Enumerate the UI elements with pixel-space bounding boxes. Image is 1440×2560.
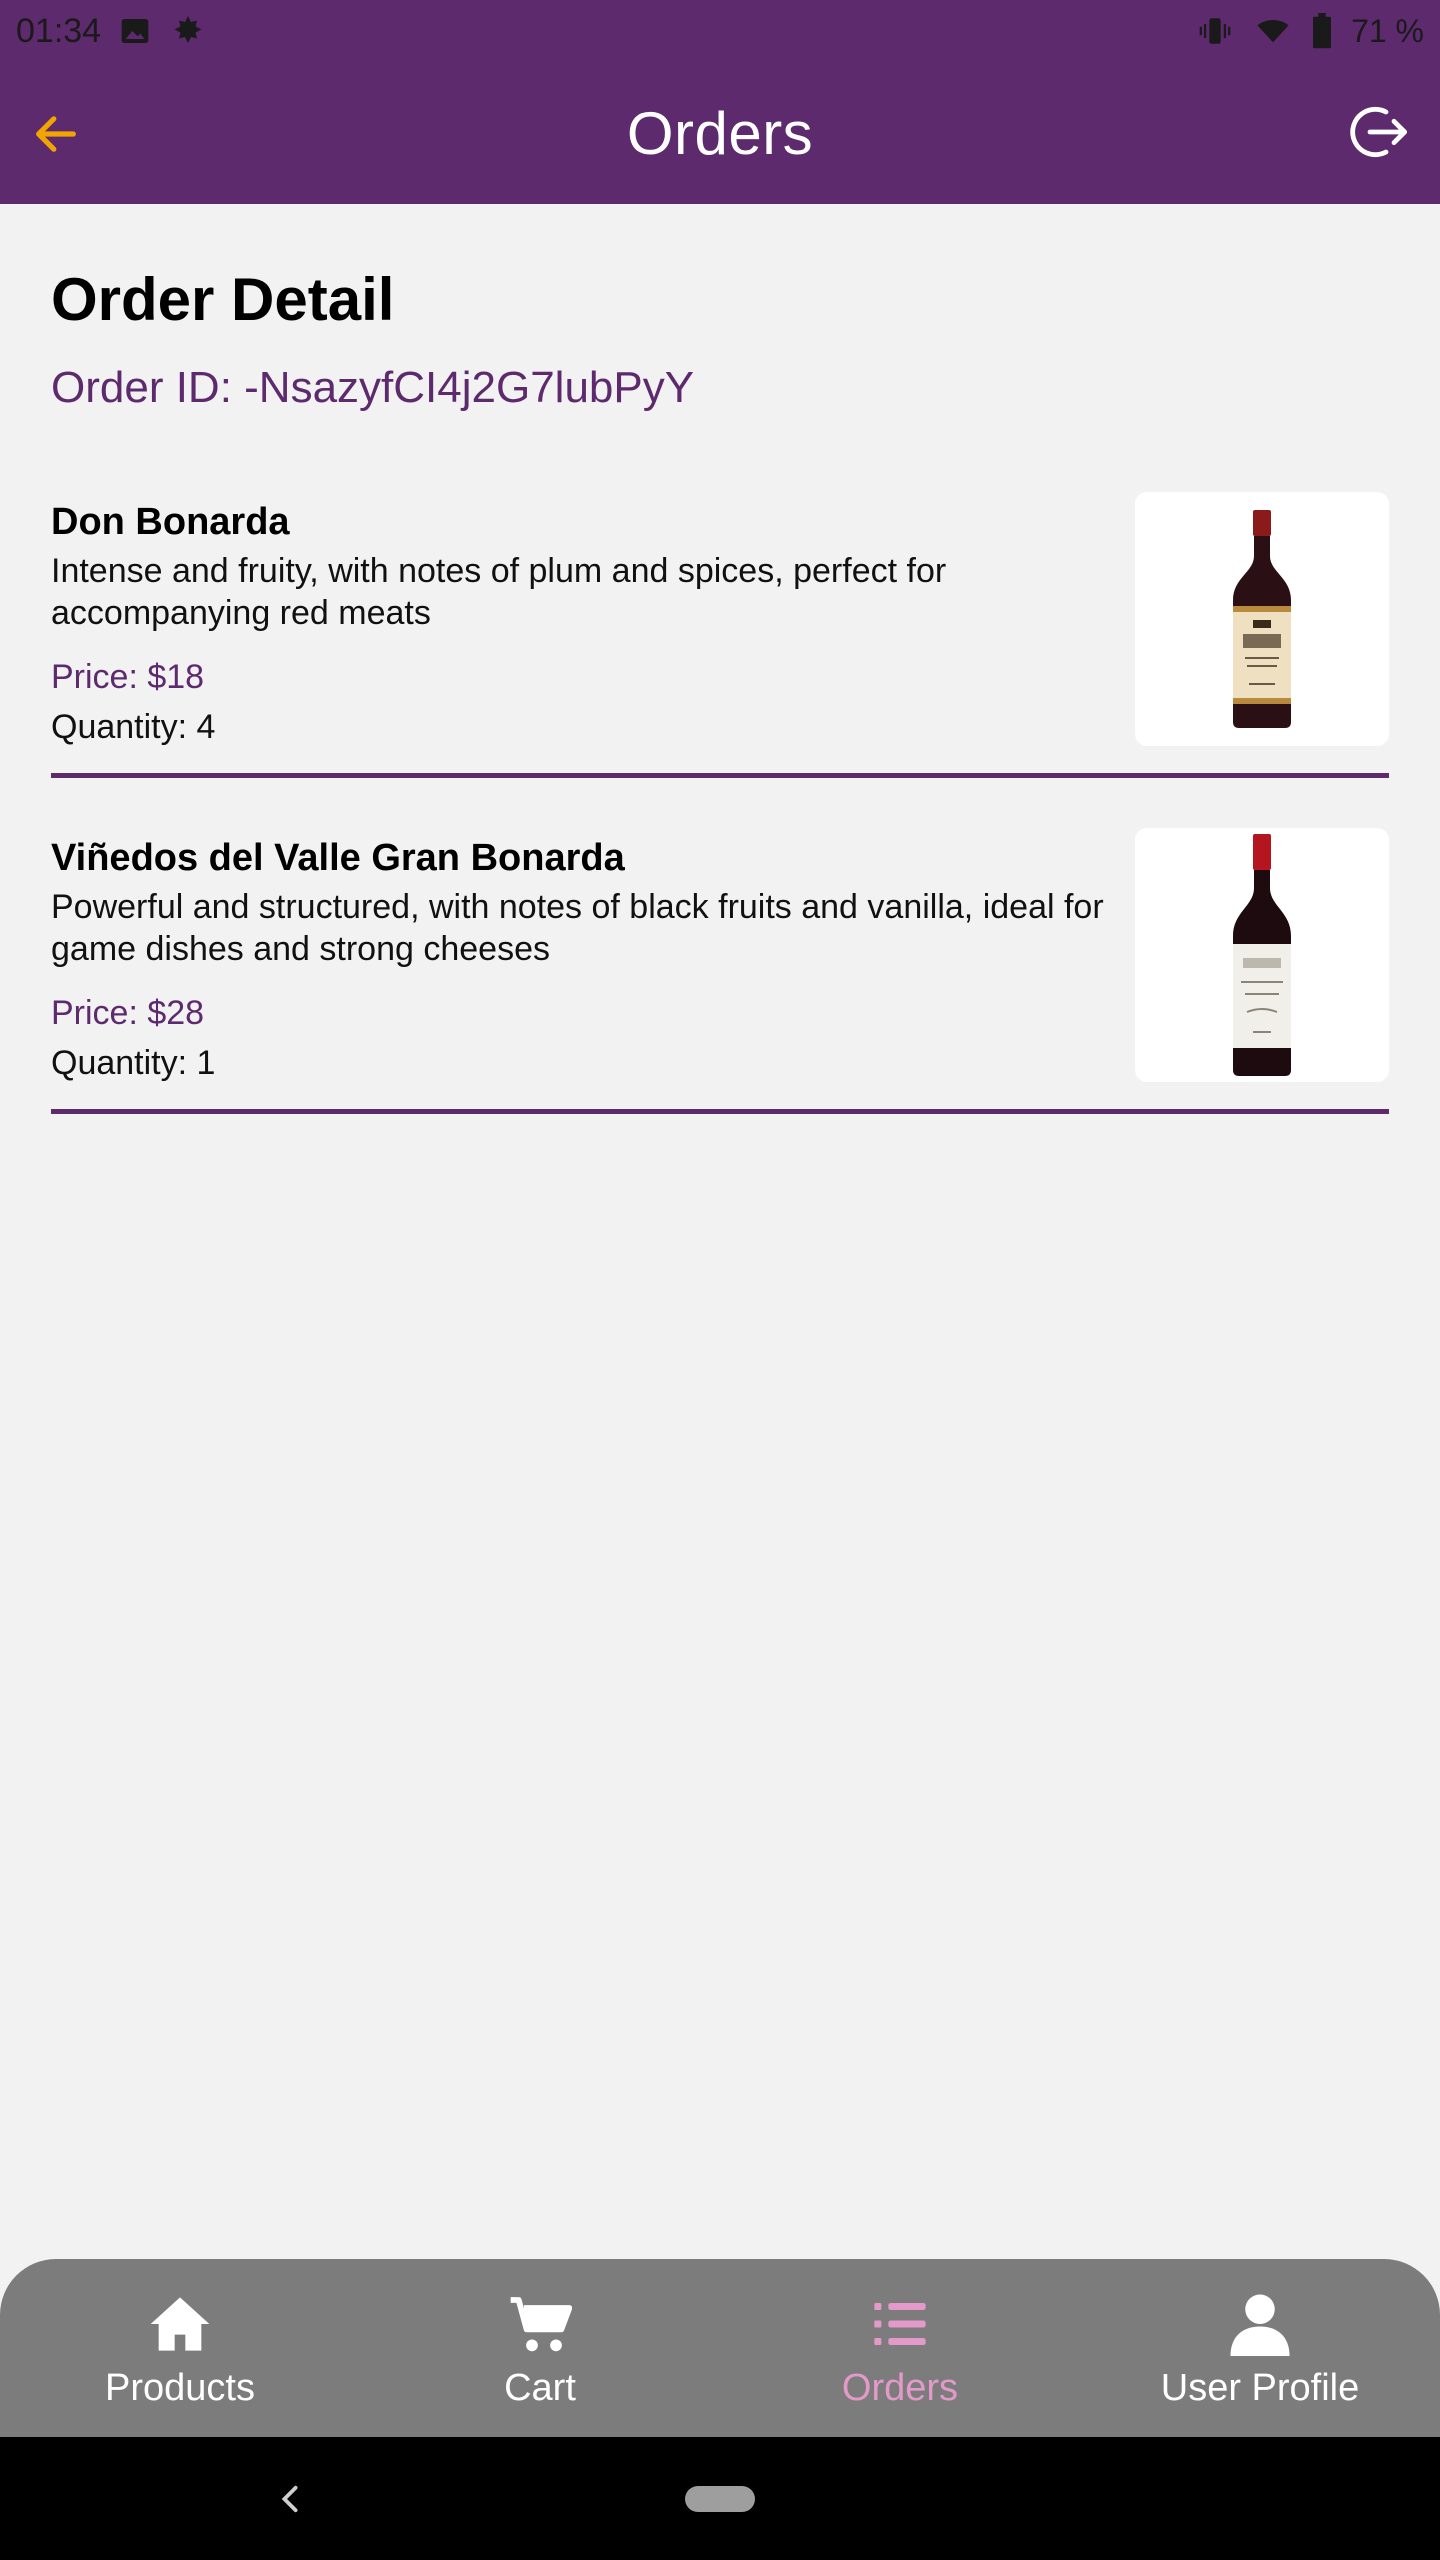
cart-icon	[508, 2291, 572, 2357]
nav-label: Products	[105, 2367, 255, 2409]
order-item: Don Bonarda Intense and fruity, with not…	[51, 492, 1389, 778]
nav-item-products[interactable]: Products	[0, 2259, 360, 2437]
item-description: Intense and fruity, with notes of plum a…	[51, 552, 947, 632]
back-button[interactable]	[24, 102, 88, 166]
nav-label: Cart	[504, 2367, 576, 2409]
nav-item-cart[interactable]: Cart	[360, 2259, 720, 2437]
home-icon	[148, 2291, 212, 2357]
list-icon	[872, 2291, 928, 2357]
chevron-left-icon	[281, 2485, 298, 2513]
wine-bottle-image	[1135, 828, 1389, 1082]
item-quantity: Quantity: 1	[51, 1044, 216, 1082]
wine-bottle-image	[1135, 492, 1389, 746]
order-items-list: Don Bonarda Intense and fruity, with not…	[51, 492, 1389, 1114]
order-detail-content: Order Detail Order ID: -NsazyfCI4j2G7lub…	[51, 204, 1389, 1164]
logout-button[interactable]	[1340, 94, 1416, 170]
logout-icon	[1350, 106, 1408, 158]
item-description: Powerful and structured, with notes of b…	[51, 888, 1104, 968]
item-name: Viñedos del Valle Gran Bonarda	[51, 837, 625, 879]
item-name: Don Bonarda	[51, 501, 290, 543]
leaf-icon	[169, 13, 207, 49]
order-id: Order ID: -NsazyfCI4j2G7lubPyY	[51, 363, 695, 412]
status-time: 01:34	[16, 11, 102, 50]
page-header-title: Orders	[626, 99, 814, 167]
system-navigation-bar	[0, 2437, 1440, 2560]
item-quantity: Quantity: 4	[51, 708, 216, 746]
app-bar: Orders	[0, 62, 1440, 204]
wifi-icon	[1253, 14, 1293, 48]
page-title: Order Detail	[51, 266, 395, 333]
nav-label: User Profile	[1160, 2367, 1360, 2409]
nav-item-user-profile[interactable]: User Profile	[1080, 2259, 1440, 2437]
status-left: 01:34	[16, 12, 207, 51]
system-home-button[interactable]	[685, 2486, 755, 2512]
person-icon	[1230, 2291, 1290, 2357]
bottom-navigation: Products Cart Orders User Profile	[0, 2259, 1440, 2437]
nav-label: Orders	[841, 2367, 959, 2409]
battery-percentage: 71 %	[1351, 12, 1424, 49]
battery-icon	[1311, 13, 1333, 49]
arrow-left-icon	[36, 116, 76, 152]
image-icon	[119, 15, 151, 47]
status-bar: 01:34 71 %	[0, 0, 1440, 62]
order-item-text: Viñedos del Valle Gran Bonarda Powerful …	[51, 828, 1151, 1084]
system-back-button[interactable]	[270, 2475, 310, 2523]
item-price: Price: $18	[51, 658, 205, 696]
order-item-text: Don Bonarda Intense and fruity, with not…	[51, 492, 1151, 748]
vibrate-icon	[1195, 14, 1235, 48]
order-item: Viñedos del Valle Gran Bonarda Powerful …	[51, 828, 1389, 1114]
nav-item-orders[interactable]: Orders	[720, 2259, 1080, 2437]
item-price: Price: $28	[51, 994, 205, 1032]
status-right: 71 %	[1195, 13, 1424, 50]
